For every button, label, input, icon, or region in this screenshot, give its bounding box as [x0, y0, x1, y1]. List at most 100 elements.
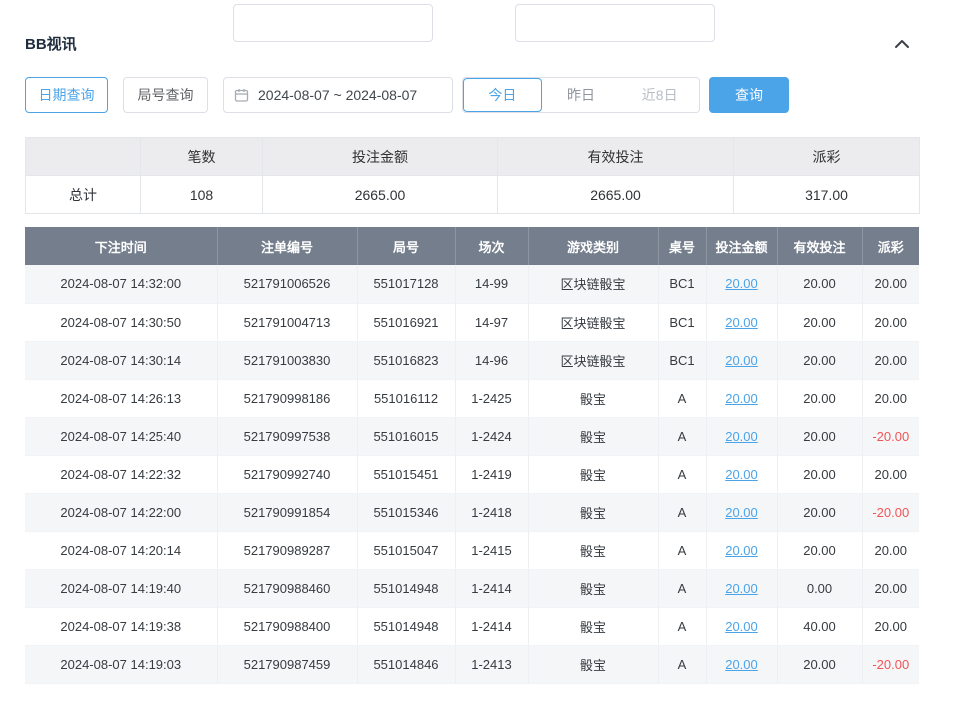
cell-game-type: 骰宝	[528, 645, 658, 683]
cell-table-number: BC1	[658, 341, 706, 379]
quick-range-last-8-days[interactable]: 近8日	[620, 78, 699, 112]
cell-round-number: 551014948	[357, 607, 455, 645]
summary-total-row: 总计 108 2665.00 2665.00 317.00	[26, 176, 920, 214]
cell-bet-time: 2024-08-07 14:30:50	[25, 303, 217, 341]
bet-amount-link[interactable]: 20.00	[725, 505, 758, 520]
cell-round-number: 551016823	[357, 341, 455, 379]
cell-order-number: 521790997538	[217, 417, 357, 455]
chevron-up-icon	[894, 37, 910, 52]
summary-header-payout: 派彩	[734, 138, 920, 176]
quick-range-group: 今日 昨日 近8日	[462, 77, 700, 113]
cell-game-type: 骰宝	[528, 607, 658, 645]
cropped-input-right[interactable]	[515, 4, 715, 42]
cell-session: 1-2424	[455, 417, 528, 455]
table-row: 2024-08-07 14:19:40521790988460551014948…	[25, 569, 919, 607]
bet-amount-link[interactable]: 20.00	[725, 429, 758, 444]
cell-round-number: 551015451	[357, 455, 455, 493]
cell-order-number: 521790989287	[217, 531, 357, 569]
cell-order-number: 521790988460	[217, 569, 357, 607]
records-table: 下注时间 注单编号 局号 场次 游戏类别 桌号 投注金额 有效投注 派彩 202…	[25, 227, 919, 684]
cell-payout: 20.00	[862, 607, 919, 645]
cell-valid-bet: 20.00	[777, 417, 862, 455]
bet-amount-link[interactable]: 20.00	[725, 619, 758, 634]
bet-amount-link[interactable]: 20.00	[725, 543, 758, 558]
summary-header-bet-amount: 投注金额	[263, 138, 498, 176]
page: { "colors": { "accent": "#4ba4e8", "nega…	[0, 35, 969, 710]
table-row: 2024-08-07 14:30:50521791004713551016921…	[25, 303, 919, 341]
date-query-tab[interactable]: 日期查询	[25, 77, 108, 113]
header-payout: 派彩	[862, 227, 919, 265]
calendar-icon	[234, 88, 249, 103]
header-round-number: 局号	[357, 227, 455, 265]
table-row: 2024-08-07 14:20:14521790989287551015047…	[25, 531, 919, 569]
cell-round-number: 551015346	[357, 493, 455, 531]
cell-table-number: A	[658, 493, 706, 531]
header-bet-amount: 投注金额	[706, 227, 777, 265]
cell-bet-time: 2024-08-07 14:22:00	[25, 493, 217, 531]
cell-order-number: 521790992740	[217, 455, 357, 493]
cell-bet-amount: 20.00	[706, 569, 777, 607]
cell-game-type: 区块链骰宝	[528, 341, 658, 379]
section-title: BB视讯	[25, 36, 77, 54]
cell-valid-bet: 20.00	[777, 455, 862, 493]
summary-total-label: 总计	[26, 176, 141, 214]
bet-amount-link[interactable]: 20.00	[725, 276, 758, 291]
bet-amount-link[interactable]: 20.00	[725, 391, 758, 406]
header-session: 场次	[455, 227, 528, 265]
header-bet-time: 下注时间	[25, 227, 217, 265]
date-range-input[interactable]: 2024-08-07 ~ 2024-08-07	[223, 77, 453, 113]
cell-payout: 20.00	[862, 569, 919, 607]
cell-bet-amount: 20.00	[706, 645, 777, 683]
table-row: 2024-08-07 14:26:13521790998186551016112…	[25, 379, 919, 417]
summary-total-count: 108	[141, 176, 263, 214]
table-row: 2024-08-07 14:25:40521790997538551016015…	[25, 417, 919, 455]
cell-valid-bet: 20.00	[777, 379, 862, 417]
cell-bet-amount: 20.00	[706, 417, 777, 455]
cell-session: 1-2414	[455, 569, 528, 607]
cell-valid-bet: 20.00	[777, 303, 862, 341]
cell-round-number: 551014948	[357, 569, 455, 607]
cell-round-number: 551014846	[357, 645, 455, 683]
cell-bet-amount: 20.00	[706, 379, 777, 417]
cell-round-number: 551016112	[357, 379, 455, 417]
bet-amount-link[interactable]: 20.00	[725, 581, 758, 596]
summary-total-payout: 317.00	[734, 176, 920, 214]
summary-table: 笔数 投注金额 有效投注 派彩 总计 108 2665.00 2665.00 3…	[25, 137, 920, 214]
round-query-tab[interactable]: 局号查询	[123, 77, 208, 113]
table-row: 2024-08-07 14:30:14521791003830551016823…	[25, 341, 919, 379]
search-button[interactable]: 查询	[709, 77, 789, 113]
cell-valid-bet: 20.00	[777, 645, 862, 683]
summary-total-bet-amount: 2665.00	[263, 176, 498, 214]
cell-order-number: 521790991854	[217, 493, 357, 531]
cell-valid-bet: 20.00	[777, 531, 862, 569]
cell-payout: 20.00	[862, 341, 919, 379]
quick-range-today[interactable]: 今日	[463, 78, 542, 112]
quick-range-yesterday[interactable]: 昨日	[542, 78, 621, 112]
bet-amount-link[interactable]: 20.00	[725, 657, 758, 672]
bet-amount-link[interactable]: 20.00	[725, 353, 758, 368]
date-range-value: 2024-08-07 ~ 2024-08-07	[258, 87, 417, 103]
cell-round-number: 551015047	[357, 531, 455, 569]
cell-table-number: A	[658, 607, 706, 645]
cell-payout: 20.00	[862, 455, 919, 493]
cell-session: 1-2414	[455, 607, 528, 645]
table-row: 2024-08-07 14:19:38521790988400551014948…	[25, 607, 919, 645]
summary-header-row: 笔数 投注金额 有效投注 派彩	[26, 138, 920, 176]
cell-bet-time: 2024-08-07 14:26:13	[25, 379, 217, 417]
table-row: 2024-08-07 14:22:00521790991854551015346…	[25, 493, 919, 531]
cell-round-number: 551017128	[357, 265, 455, 303]
cell-game-type: 骰宝	[528, 455, 658, 493]
bet-amount-link[interactable]: 20.00	[725, 467, 758, 482]
section-header: BB视讯	[0, 35, 969, 54]
cell-valid-bet: 20.00	[777, 341, 862, 379]
cell-valid-bet: 20.00	[777, 493, 862, 531]
bet-amount-link[interactable]: 20.00	[725, 315, 758, 330]
collapse-section-button[interactable]	[892, 35, 912, 54]
header-valid-bet: 有效投注	[777, 227, 862, 265]
cropped-input-left[interactable]	[233, 4, 433, 42]
cell-session: 1-2425	[455, 379, 528, 417]
cell-order-number: 521790987459	[217, 645, 357, 683]
cell-payout: 20.00	[862, 379, 919, 417]
cell-session: 14-96	[455, 341, 528, 379]
cell-bet-time: 2024-08-07 14:19:40	[25, 569, 217, 607]
